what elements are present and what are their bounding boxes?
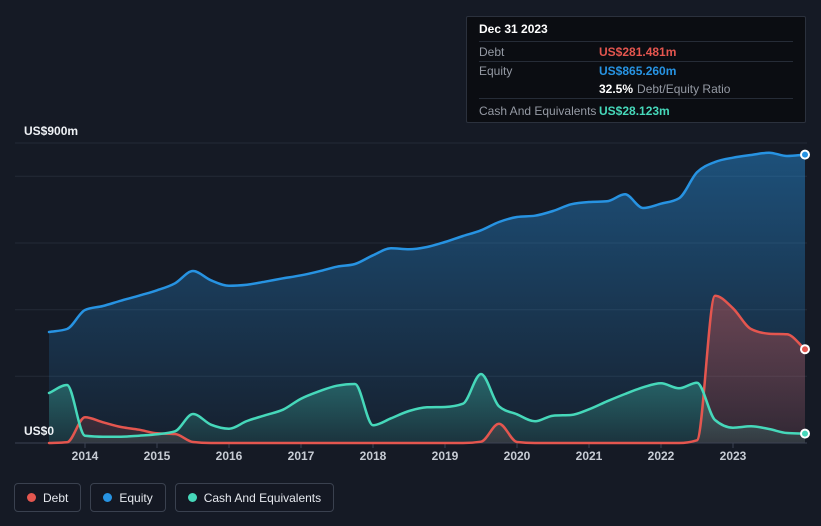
x-axis-year-label: 2020 xyxy=(503,449,531,463)
tooltip-ratio-label: Debt/Equity Ratio xyxy=(637,82,731,96)
cash-series-dot xyxy=(187,493,197,502)
y-axis-max-label: US$900m xyxy=(24,124,79,138)
x-axis-year-label: 2021 xyxy=(575,449,603,463)
tooltip-ratio-row: 32.5% Debt/Equity Ratio xyxy=(479,80,793,99)
tooltip-equity-value: US$865.260m xyxy=(599,64,677,78)
x-axis-year-label: 2019 xyxy=(431,449,459,463)
tooltip-cash-value: US$28.123m xyxy=(599,103,670,118)
legend-equity-label: Equity xyxy=(119,490,153,505)
legend-cash-label: Cash And Equivalents xyxy=(203,490,322,505)
x-axis-year-label: 2015 xyxy=(143,449,171,463)
tooltip-ratio-value: 32.5% Debt/Equity Ratio xyxy=(599,82,730,96)
legend-debt-label: Debt xyxy=(43,490,69,505)
x-axis-year-label: 2017 xyxy=(287,449,315,463)
chart-legend: Debt Equity Cash And Equivalents xyxy=(14,483,335,512)
tooltip-equity-row: Equity US$865.260m xyxy=(479,62,793,80)
tooltip-cash-row: Cash And Equivalents US$28.123m xyxy=(479,99,793,122)
tooltip-equity-label: Equity xyxy=(479,64,513,78)
tooltip-debt-value: US$281.481m xyxy=(599,44,677,59)
y-axis-zero-label: US$0 xyxy=(24,424,55,438)
legend-item-equity[interactable]: Equity xyxy=(90,483,166,512)
tooltip-debt-label: Debt xyxy=(479,44,505,59)
x-axis-year-label: 2016 xyxy=(215,449,243,463)
legend-item-cash[interactable]: Cash And Equivalents xyxy=(174,483,335,512)
tooltip-date: Dec 31 2023 xyxy=(479,17,793,42)
tooltip-cash-label: Cash And Equivalents xyxy=(479,103,597,118)
chart-tooltip: Dec 31 2023 Debt US$281.481m Equity US$8… xyxy=(466,16,806,123)
debt-series-dot xyxy=(27,493,36,502)
tooltip-ratio-number: 32.5% xyxy=(599,82,634,96)
x-axis-year-label: 2023 xyxy=(719,449,747,463)
x-axis-year-label: 2022 xyxy=(647,449,675,463)
legend-item-debt[interactable]: Debt xyxy=(14,483,82,512)
equity-series-dot xyxy=(103,493,113,502)
tooltip-debt-row: Debt US$281.481m xyxy=(479,42,793,62)
x-axis-year-label: 2014 xyxy=(71,449,99,463)
solvency-chart-panel: US$900m US$0 2014 2015 2016 2017 2018 2019 202… xyxy=(0,0,821,526)
x-axis-year-label: 2018 xyxy=(359,449,387,463)
